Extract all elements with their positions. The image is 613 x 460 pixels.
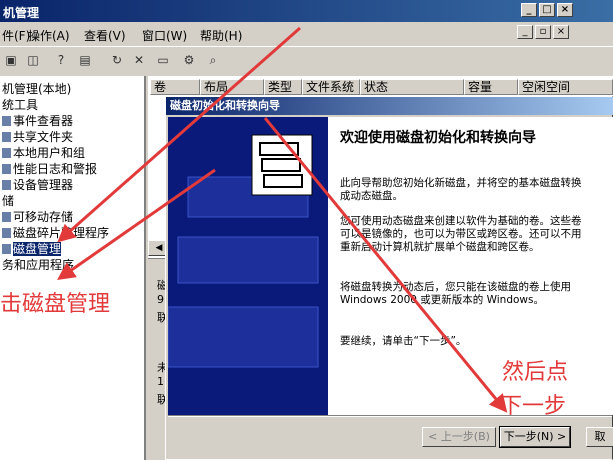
annotation-then-click: 然后点 bbox=[502, 360, 569, 385]
arrow-to-disk-management bbox=[57, 26, 301, 243]
annotation-next-step: 下一步 bbox=[500, 394, 567, 419]
arrow-to-next-button bbox=[263, 117, 508, 413]
annotation-click-disk-management: 击磁盘管理 bbox=[0, 292, 111, 317]
arrow-to-disk-management-2 bbox=[57, 168, 216, 281]
